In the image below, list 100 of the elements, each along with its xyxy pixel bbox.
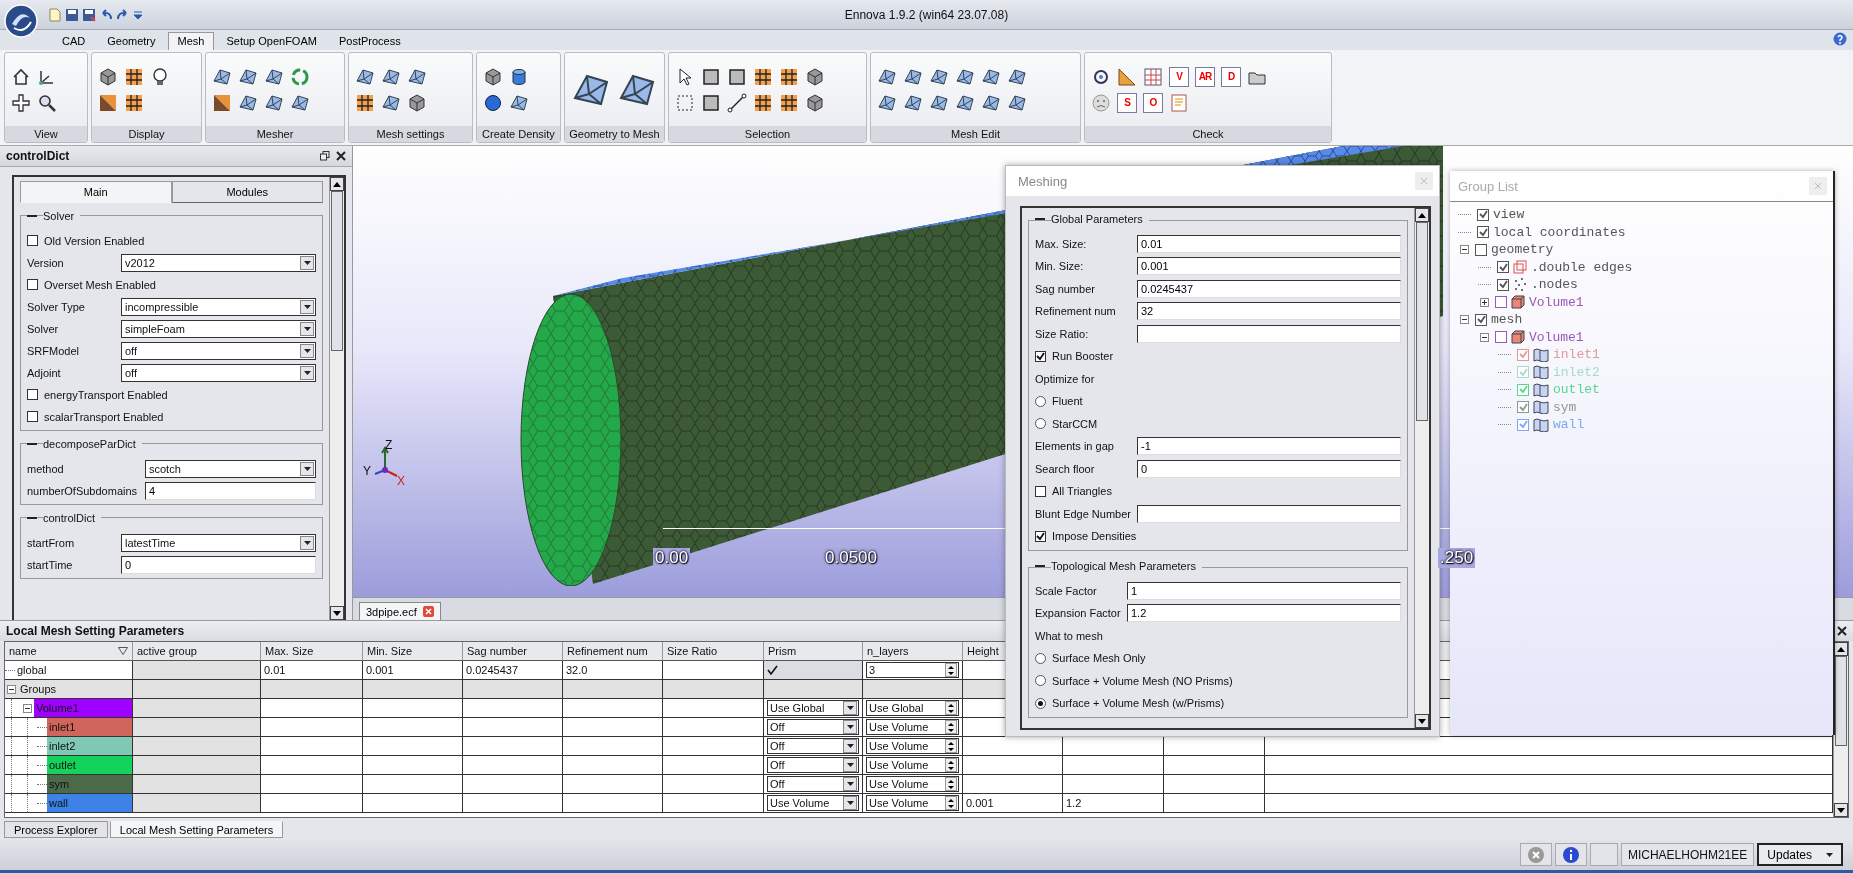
mesh-icon[interactable] bbox=[903, 92, 923, 113]
collapse-icon[interactable] bbox=[27, 516, 37, 520]
shade-icon[interactable] bbox=[212, 92, 232, 113]
mesh-icon[interactable] bbox=[1007, 92, 1027, 113]
cube-icon[interactable] bbox=[407, 92, 427, 113]
cube-icon[interactable] bbox=[98, 66, 118, 87]
updates-button[interactable]: Updates bbox=[1757, 843, 1843, 866]
mesh-icon[interactable] bbox=[407, 66, 427, 87]
bulb-icon[interactable] bbox=[150, 66, 170, 87]
dropdown-field[interactable]: Use Global bbox=[767, 700, 859, 716]
mesh-icon[interactable] bbox=[981, 66, 1001, 87]
checkbox[interactable] bbox=[1035, 485, 1046, 497]
grid-icon[interactable] bbox=[124, 66, 144, 87]
dropdown-field[interactable]: simpleFoam bbox=[121, 319, 316, 338]
square-icon[interactable] bbox=[701, 66, 721, 87]
tree-item[interactable]: mesh bbox=[1491, 312, 1523, 328]
input-field[interactable]: 0.001 bbox=[1137, 257, 1401, 276]
cube-icon[interactable] bbox=[483, 66, 503, 87]
check-report-button[interactable]: D bbox=[1221, 66, 1241, 87]
zoom-icon[interactable] bbox=[37, 92, 57, 113]
radio-button[interactable] bbox=[1035, 395, 1046, 407]
mesh-icon[interactable] bbox=[877, 92, 897, 113]
square-icon[interactable] bbox=[701, 92, 721, 113]
checkbox[interactable] bbox=[1035, 530, 1046, 542]
grid-icon[interactable] bbox=[779, 92, 799, 113]
ribbon-tab[interactable]: Geometry bbox=[97, 32, 166, 50]
mesh-icon[interactable] bbox=[264, 66, 284, 87]
dropdown-button[interactable] bbox=[300, 255, 314, 270]
scrollbar-thumb[interactable] bbox=[1416, 222, 1428, 421]
dropdown-field[interactable]: Use Volume bbox=[767, 795, 859, 811]
mesh-icon[interactable] bbox=[212, 66, 232, 87]
cube-icon[interactable] bbox=[805, 92, 825, 113]
checkbox[interactable] bbox=[1035, 350, 1046, 362]
mesh-icon[interactable] bbox=[381, 92, 401, 113]
dropdown-field[interactable]: off bbox=[121, 363, 316, 382]
check-report-button[interactable]: AR bbox=[1195, 66, 1215, 87]
grid-icon[interactable] bbox=[753, 66, 773, 87]
checkbox[interactable] bbox=[1497, 261, 1509, 274]
input-field[interactable]: 0 bbox=[121, 555, 316, 574]
checkbox[interactable] bbox=[1475, 243, 1487, 256]
dropdown-button[interactable] bbox=[843, 739, 857, 753]
spin-box[interactable]: Use Volume bbox=[866, 719, 959, 735]
line-icon[interactable] bbox=[727, 92, 747, 113]
checkbox[interactable] bbox=[1495, 331, 1507, 344]
dropdown-button[interactable] bbox=[300, 299, 314, 314]
column-header[interactable]: name bbox=[5, 642, 133, 661]
radio-button[interactable] bbox=[1035, 418, 1046, 430]
input-field[interactable]: -1 bbox=[1137, 437, 1401, 456]
tree-item[interactable]: Volume1 bbox=[1529, 329, 1584, 345]
scrollbar-thumb[interactable] bbox=[331, 191, 343, 351]
row-name[interactable]: Groups bbox=[18, 683, 57, 695]
input-field[interactable]: 1.2 bbox=[1127, 604, 1401, 623]
spin-arrows-icon[interactable] bbox=[945, 720, 957, 734]
ribbon-tab[interactable]: Mesh bbox=[167, 32, 215, 50]
float-icon[interactable] bbox=[320, 151, 330, 161]
input-field[interactable]: 0 bbox=[1137, 459, 1401, 478]
radio-button[interactable] bbox=[1035, 652, 1046, 664]
dropdown-field[interactable]: incompressible bbox=[121, 297, 316, 316]
mesh-icon[interactable] bbox=[1007, 66, 1027, 87]
input-field[interactable]: 32 bbox=[1137, 302, 1401, 321]
collapse-icon[interactable] bbox=[1460, 315, 1469, 325]
shade-icon[interactable] bbox=[98, 92, 118, 113]
input-field[interactable] bbox=[1137, 324, 1401, 343]
tree-item[interactable]: Volume1 bbox=[1529, 294, 1584, 310]
select-icon[interactable] bbox=[675, 92, 695, 113]
dropdown-button[interactable] bbox=[300, 365, 314, 380]
collapse-icon[interactable] bbox=[1035, 564, 1045, 568]
collapse-icon[interactable] bbox=[1480, 332, 1489, 342]
column-header[interactable]: Sag number bbox=[463, 642, 563, 661]
tree-item[interactable]: view bbox=[1493, 207, 1525, 223]
dropdown-field[interactable]: latestTime bbox=[121, 533, 316, 552]
move-icon[interactable] bbox=[11, 92, 31, 113]
save-as-icon[interactable] bbox=[82, 7, 96, 22]
info-icon[interactable] bbox=[1561, 845, 1580, 864]
dropdown-button[interactable] bbox=[843, 758, 857, 772]
checkbox[interactable] bbox=[27, 279, 38, 290]
input-field[interactable] bbox=[1137, 504, 1401, 523]
spin-box[interactable]: Use Volume bbox=[866, 757, 959, 773]
sphere-icon[interactable] bbox=[483, 92, 503, 113]
spin-box[interactable]: Use Volume bbox=[866, 795, 959, 811]
spin-arrows-icon[interactable] bbox=[945, 758, 957, 772]
collapse-icon[interactable] bbox=[1460, 245, 1469, 255]
mesh-icon[interactable] bbox=[981, 92, 1001, 113]
column-header[interactable]: active group bbox=[133, 642, 261, 661]
redo-icon[interactable] bbox=[116, 7, 130, 22]
dropdown-button[interactable] bbox=[843, 796, 857, 810]
cube-icon[interactable] bbox=[805, 66, 825, 87]
collapse-icon[interactable] bbox=[27, 442, 37, 446]
check-report-button[interactable]: O bbox=[1143, 92, 1163, 113]
column-header[interactable]: Min. Size bbox=[363, 642, 463, 661]
mesh-icon[interactable] bbox=[290, 92, 310, 113]
grid-icon[interactable] bbox=[124, 92, 144, 113]
checkbox[interactable] bbox=[1517, 401, 1529, 414]
scroll-down-button[interactable] bbox=[1834, 803, 1848, 817]
dropdown-field[interactable]: Off bbox=[767, 757, 859, 773]
mesh-icon[interactable] bbox=[264, 92, 284, 113]
checkbox[interactable] bbox=[1475, 313, 1487, 326]
checkbox[interactable] bbox=[27, 411, 38, 422]
mesh-icon[interactable] bbox=[238, 92, 258, 113]
panel-tab[interactable]: Modules bbox=[171, 181, 323, 203]
